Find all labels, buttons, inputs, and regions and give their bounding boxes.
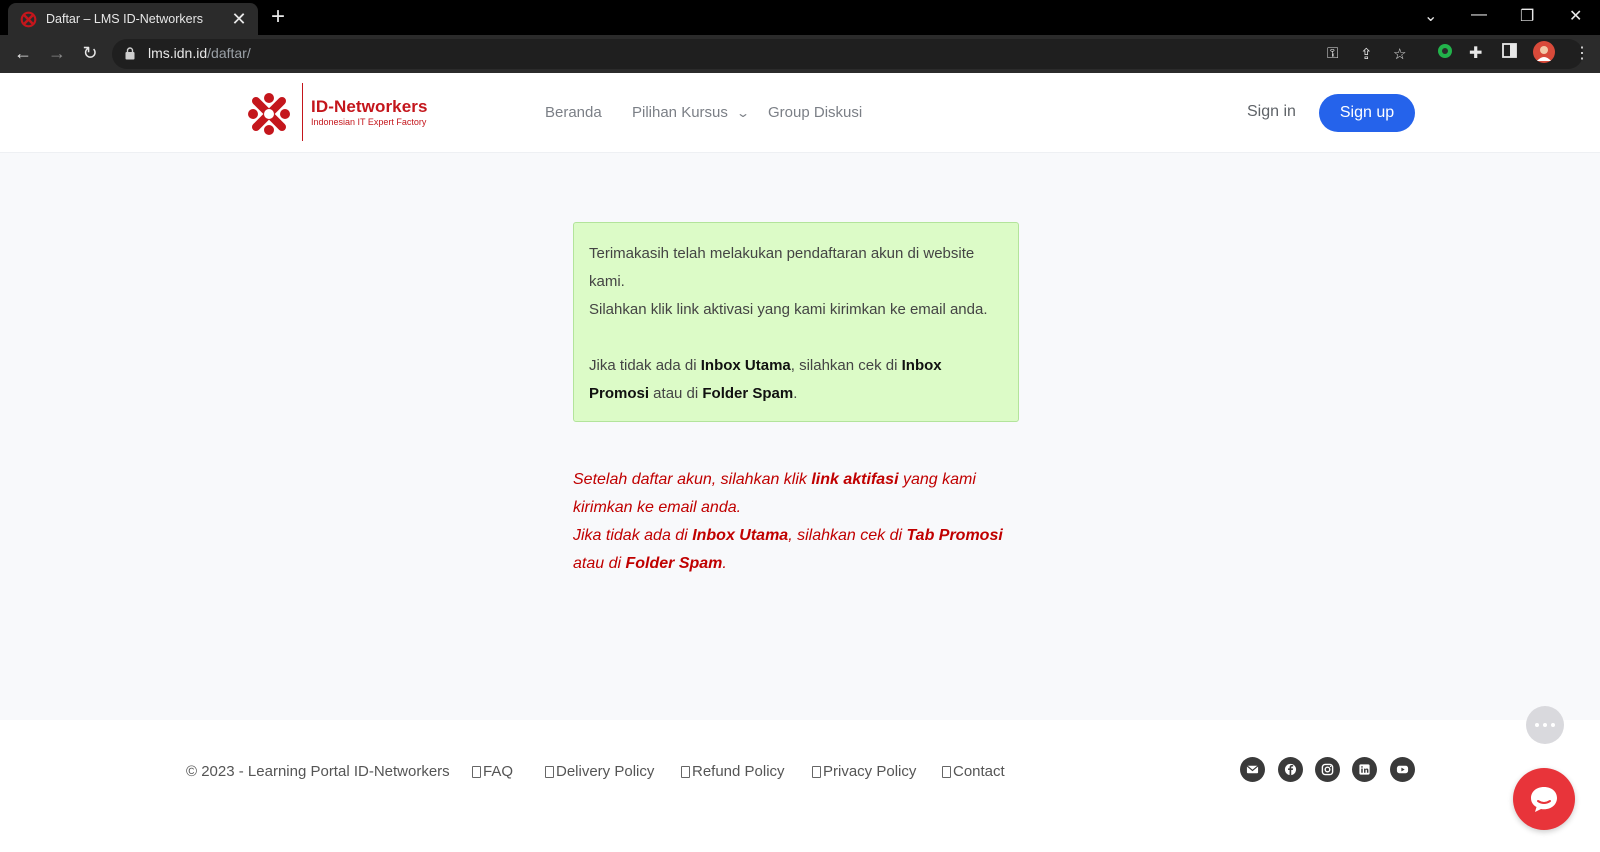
registration-success-notice: Terimakasih telah melakukan pendaftaran … xyxy=(573,222,1019,422)
dot xyxy=(1551,723,1555,727)
site-favicon-icon xyxy=(20,11,37,27)
nav-pilihan-kursus[interactable]: Pilihan Kursus ⌄ xyxy=(632,104,750,121)
facebook-icon[interactable] xyxy=(1278,757,1303,782)
link-box-icon xyxy=(545,765,554,778)
notice-line-2: Silahkan klik link aktivasi yang kami ki… xyxy=(589,301,988,318)
url-host: lms.idn.id xyxy=(148,45,208,61)
sign-up-button[interactable]: Sign up xyxy=(1319,94,1415,132)
youtube-icon[interactable] xyxy=(1390,757,1415,782)
reload-icon[interactable]: ↻ xyxy=(78,43,102,63)
notice-text: . xyxy=(793,385,798,402)
notice-bold-inbox-utama: Inbox Utama xyxy=(700,357,791,374)
tab-search-icon[interactable]: ⌄ xyxy=(1424,6,1437,26)
restore-icon[interactable]: ❐ xyxy=(1520,6,1534,26)
notice-bold-folder-spam: Folder Spam xyxy=(702,385,794,402)
warning-text: Jika tidak ada di xyxy=(573,527,693,544)
notice-line-1: Terimakasih telah melakukan pendaftaran … xyxy=(589,245,975,290)
forward-icon[interactable]: → xyxy=(45,43,69,63)
link-box-icon xyxy=(812,765,821,778)
address-bar[interactable]: lms.idn.id/daftar/ ⚿ ⇪ ☆ xyxy=(112,39,1583,69)
activation-warning: Setelah daftar akun, silahkan klik link … xyxy=(573,466,1023,578)
footer-link-label: Delivery Policy xyxy=(556,763,655,780)
browser-tab[interactable]: Daftar – LMS ID-Networkers ✕ xyxy=(8,3,258,35)
url-text[interactable]: lms.idn.id/daftar/ xyxy=(148,45,251,61)
warning-bold-link-aktifasi: link aktifasi xyxy=(811,471,899,488)
site-footer: © 2023 - Learning Portal ID-Networkers F… xyxy=(0,720,1600,852)
sign-in-link[interactable]: Sign in xyxy=(1247,103,1296,121)
browser-tab-bar: Daftar – LMS ID-Networkers ✕ + ⌄ — ❐ ✕ xyxy=(0,0,1600,35)
footer-link-label: Refund Policy xyxy=(692,763,785,780)
window-close-icon[interactable]: ✕ xyxy=(1569,6,1582,26)
warning-line-1: Setelah daftar akun, silahkan klik link … xyxy=(573,466,1023,522)
instagram-icon[interactable] xyxy=(1315,757,1340,782)
browser-toolbar: ← → ↻ lms.idn.id/daftar/ ⚿ ⇪ ☆ ✚ ⋮ xyxy=(0,35,1600,73)
tab-close-icon[interactable]: ✕ xyxy=(230,10,248,28)
dot xyxy=(1543,723,1547,727)
url-path: /daftar/ xyxy=(207,45,251,61)
warning-text: . xyxy=(722,555,727,572)
lock-icon xyxy=(125,47,135,60)
dot xyxy=(1535,723,1539,727)
footer-link-contact[interactable]: Contact xyxy=(942,763,1005,780)
link-box-icon xyxy=(942,765,951,778)
chevron-down-icon: ⌄ xyxy=(735,106,750,120)
footer-link-privacy-policy[interactable]: Privacy Policy xyxy=(812,763,916,780)
link-box-icon xyxy=(472,765,481,778)
notice-text: atau di xyxy=(649,385,703,402)
new-tab-button[interactable]: + xyxy=(271,5,285,29)
extension-green-icon[interactable] xyxy=(1437,43,1453,64)
link-box-icon xyxy=(681,765,690,778)
linkedin-icon[interactable] xyxy=(1352,757,1377,782)
logo-tagline: Indonesian IT Expert Factory xyxy=(311,117,427,127)
profile-avatar[interactable] xyxy=(1533,41,1555,68)
extensions-puzzle-icon[interactable]: ✚ xyxy=(1469,43,1482,63)
logo-name: ID-Networkers xyxy=(311,97,428,116)
footer-link-label: FAQ xyxy=(483,763,514,780)
warning-bold-tab-promosi: Tab Promosi xyxy=(906,527,1003,544)
footer-link-delivery-policy[interactable]: Delivery Policy xyxy=(545,763,654,780)
warning-text: , silahkan cek di xyxy=(788,527,907,544)
minimize-icon[interactable]: — xyxy=(1471,6,1487,24)
back-icon[interactable]: ← xyxy=(11,43,35,63)
footer-link-refund-policy[interactable]: Refund Policy xyxy=(681,763,785,780)
warning-bold-inbox-utama: Inbox Utama xyxy=(692,527,789,544)
warning-line-2: Jika tidak ada di Inbox Utama, silahkan … xyxy=(573,522,1023,578)
chat-more-options-button[interactable] xyxy=(1526,706,1564,744)
side-panel-icon[interactable] xyxy=(1502,43,1517,63)
notice-text: , silahkan cek di xyxy=(790,357,902,374)
live-chat-button[interactable] xyxy=(1513,768,1575,830)
nav-beranda[interactable]: Beranda xyxy=(545,104,602,121)
footer-link-label: Contact xyxy=(953,763,1005,780)
logo-mark-icon xyxy=(248,93,290,135)
notice-paragraph-2: Jika tidak ada di Inbox Utama, silahkan … xyxy=(589,352,1003,408)
warning-text: atau di xyxy=(573,555,626,572)
password-key-icon[interactable]: ⚿ xyxy=(1327,45,1338,62)
nav-group-diskusi[interactable]: Group Diskusi xyxy=(768,104,862,121)
site-logo[interactable]: ID-Networkers Indonesian IT Expert Facto… xyxy=(246,83,446,143)
email-icon[interactable] xyxy=(1240,757,1265,782)
footer-link-label: Privacy Policy xyxy=(823,763,917,780)
bookmark-star-icon[interactable]: ☆ xyxy=(1393,45,1406,63)
footer-link-faq[interactable]: FAQ xyxy=(472,763,513,780)
logo-divider xyxy=(302,83,303,141)
notice-text: Jika tidak ada di xyxy=(589,357,701,374)
share-icon[interactable]: ⇪ xyxy=(1360,45,1373,63)
footer-copyright: © 2023 - Learning Portal ID-Networkers xyxy=(186,763,450,780)
warning-text: Setelah daftar akun, silahkan klik xyxy=(573,471,812,488)
browser-menu-icon[interactable]: ⋮ xyxy=(1574,43,1590,63)
site-header: ID-Networkers Indonesian IT Expert Facto… xyxy=(0,73,1600,153)
warning-bold-folder-spam: Folder Spam xyxy=(625,555,723,572)
chat-bubble-icon xyxy=(1531,787,1557,812)
tab-title: Daftar – LMS ID-Networkers xyxy=(46,12,203,26)
nav-pilihan-kursus-label: Pilihan Kursus xyxy=(632,104,728,121)
web-page: ID-Networkers Indonesian IT Expert Facto… xyxy=(0,73,1600,852)
